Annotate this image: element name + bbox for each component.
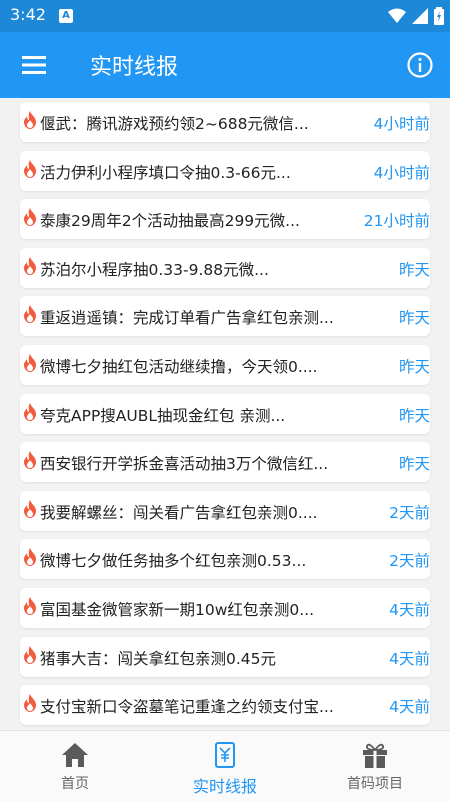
battery-icon: [434, 7, 444, 25]
list-item[interactable]: 微博七夕做任务抽多个红包亲测0.53... 2天前: [20, 539, 430, 580]
list-item-time: 昨天: [398, 455, 430, 474]
status-time: 3:42: [10, 5, 46, 24]
menu-icon[interactable]: [20, 52, 48, 78]
list-item-time: 2天前: [389, 503, 430, 522]
list-item[interactable]: 重返逍遥镇：完成订单看广告拿红包亲测... 昨天: [20, 296, 430, 337]
list-item-title: 微博七夕做任务抽多个红包亲测0.53...: [40, 552, 307, 571]
list-item-time: 4小时前: [373, 115, 430, 133]
list-item[interactable]: 我要解螺丝：闯关看广告拿红包亲测0.... 2天前: [20, 490, 430, 531]
list-item-time: 昨天: [398, 406, 430, 425]
list-item[interactable]: 微博七夕抽红包活动继续撸，今天领0.... 昨天: [20, 345, 430, 385]
list-item-time: 4天前: [389, 649, 430, 668]
list-item-title: 泰康29周年2个活动抽最高299元微...: [40, 212, 300, 231]
list-item-title: 富国基金微管家新一期10w红包亲测0...: [40, 601, 315, 619]
list-item-time: 昨天: [398, 260, 430, 279]
news-icon: [215, 742, 235, 768]
fire-icon: [24, 694, 36, 713]
list-item-title: 苏泊尔小程序抽0.33-9.88元微...: [40, 260, 269, 279]
fire-icon: [24, 402, 36, 421]
list-item-title: 偃武：腾讯游戏预约领2~688元微信...: [40, 115, 309, 133]
list-item-time: 2天前: [389, 552, 430, 571]
list-item[interactable]: 夸克APP搜AUBL抽现金红包 亲测... 昨天: [20, 393, 430, 434]
bottom-nav: 首页 实时线报 首码项目: [0, 730, 450, 801]
list-item[interactable]: 西安银行开学拆金喜活动抽3万个微信红... 昨天: [20, 442, 430, 483]
system-icons: [388, 6, 444, 26]
fire-icon: [24, 354, 36, 372]
tab-news-label: 实时线报: [192, 777, 257, 796]
list-item-time: 4天前: [389, 601, 430, 619]
list-item-time: 4天前: [389, 698, 430, 717]
fire-icon: [24, 305, 36, 324]
tab-news[interactable]: 实时线报: [150, 731, 300, 801]
list-item[interactable]: 苏泊尔小程序抽0.33-9.88元微... 昨天: [20, 247, 430, 288]
signal-icon: [412, 8, 428, 24]
list-item[interactable]: 泰康29周年2个活动抽最高299元微... 21小时前: [20, 199, 430, 240]
fire-icon: [24, 499, 36, 518]
fire-icon: [24, 159, 36, 178]
app-bar: 实时线报: [0, 32, 450, 98]
list-item-time: 4小时前: [373, 163, 430, 182]
fire-icon: [24, 548, 36, 567]
list-item-time: 21小时前: [363, 212, 430, 231]
fire-icon: [24, 597, 36, 615]
fire-icon: [24, 451, 36, 470]
list-item-title: 支付宝新口令盗墓笔记重逢之约领支付宝...: [40, 698, 334, 717]
list-item-title: 微博七夕抽红包活动继续撸，今天领0....: [40, 358, 318, 376]
list-item-title: 西安银行开学拆金喜活动抽3万个微信红...: [40, 455, 329, 474]
list-item[interactable]: 猪事大吉：闯关拿红包亲测0.45元 4天前: [20, 636, 430, 677]
list-item-time: 昨天: [398, 309, 430, 328]
tab-home[interactable]: 首页: [0, 731, 150, 801]
list-item-title: 夸克APP搜AUBL抽现金红包 亲测...: [40, 406, 286, 425]
list-item-time: 昨天: [398, 358, 430, 376]
fire-icon: [24, 256, 36, 275]
list-item-title: 猪事大吉：闯关拿红包亲测0.45元: [40, 649, 277, 668]
list-item[interactable]: 活力伊利小程序填口令抽0.3-66元... 4小时前: [20, 150, 430, 191]
status-bar: 3:42 A: [0, 0, 450, 32]
wifi-icon: [388, 8, 406, 23]
list-item[interactable]: 支付宝新口令盗墓笔记重逢之约领支付宝... 4天前: [20, 685, 430, 726]
info-icon[interactable]: [406, 51, 434, 79]
fire-icon: [24, 645, 36, 664]
home-icon: [62, 743, 88, 767]
notification-icon: A: [59, 9, 73, 23]
fire-icon: [24, 208, 36, 227]
gift-icon: [363, 743, 387, 768]
tab-home-label: 首页: [61, 776, 89, 792]
news-list: 偃武：腾讯游戏预约领2~688元微信... 4小时前 活力伊利小程序填口令抽0.3-…: [0, 98, 450, 730]
list-item[interactable]: 富国基金微管家新一期10w红包亲测0... 4天前: [20, 588, 430, 628]
page-title: 实时线报: [90, 55, 179, 80]
list-item[interactable]: 偃武：腾讯游戏预约领2~688元微信... 4小时前: [20, 102, 430, 142]
tab-projects-label: 首码项目: [347, 776, 403, 792]
fire-icon: [24, 111, 36, 129]
list-item-title: 重返逍遥镇：完成订单看广告拿红包亲测...: [40, 309, 334, 328]
list-item-title: 活力伊利小程序填口令抽0.3-66元...: [40, 163, 291, 182]
list-item-title: 我要解螺丝：闯关看广告拿红包亲测0....: [40, 503, 318, 522]
tab-projects[interactable]: 首码项目: [300, 731, 450, 801]
